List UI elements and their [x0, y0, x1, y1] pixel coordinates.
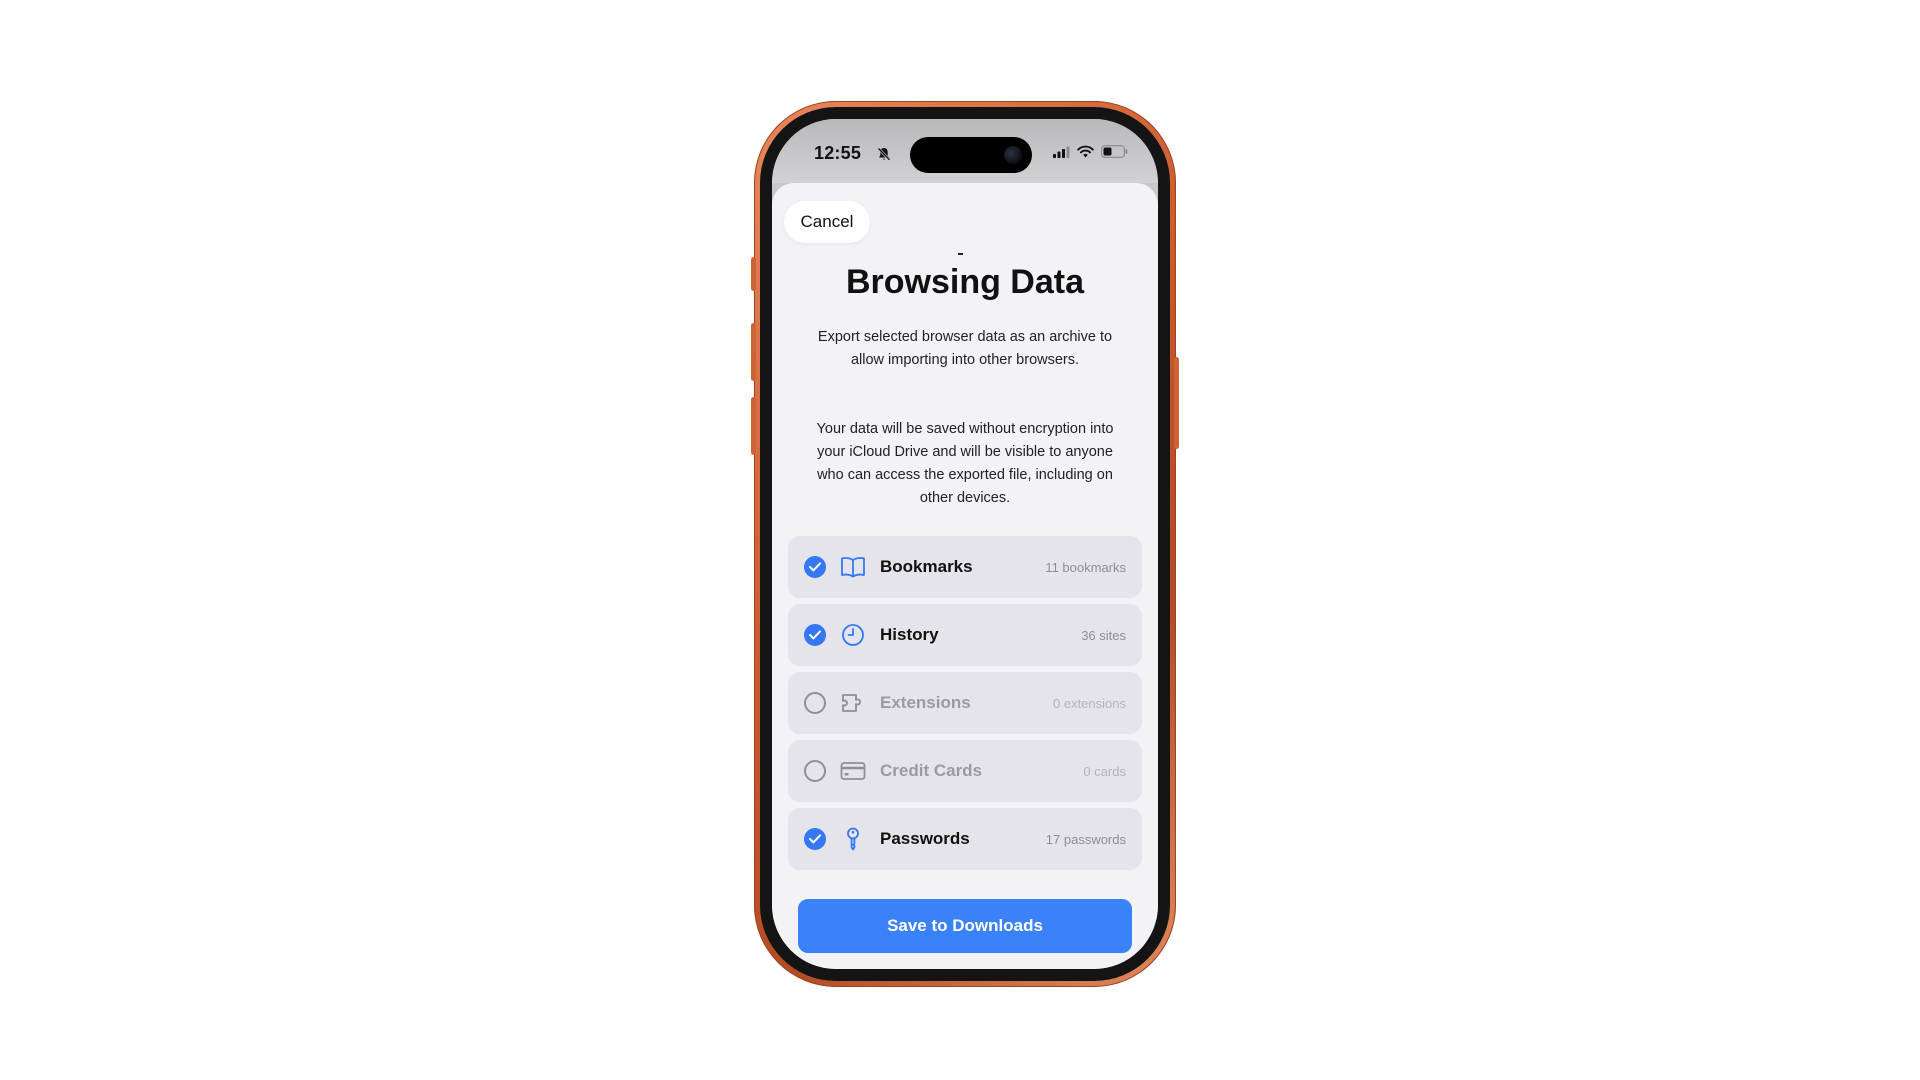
option-label: Credit Cards: [880, 761, 983, 780]
cancel-button[interactable]: Cancel: [784, 201, 870, 243]
option-label: Bookmarks: [880, 557, 973, 576]
option-label: Passwords: [880, 829, 970, 848]
power-button: [1174, 357, 1179, 449]
option-row-passwords[interactable]: Passwords 17 passwords: [788, 808, 1142, 870]
dynamic-island: [910, 137, 1032, 173]
option-count: 36 sites: [1081, 628, 1126, 643]
status-bar: 12:55: [772, 119, 1158, 183]
cellular-signal-icon: [1053, 146, 1070, 158]
option-label: Extensions: [880, 693, 971, 712]
stage: 12:55 Cancel Browsing Data Export select…: [0, 0, 1920, 1080]
empty-circle-icon[interactable]: [804, 760, 826, 782]
option-count: 17 passwords: [1045, 832, 1126, 847]
page-title: Browsing Data: [845, 263, 1085, 301]
volume-up-button: [751, 323, 756, 381]
status-indicators: [1053, 145, 1128, 158]
phone-frame: 12:55 Cancel Browsing Data Export select…: [751, 101, 1179, 987]
book-icon: [841, 557, 865, 578]
checkmark-circle-icon[interactable]: [804, 828, 826, 850]
puzzle-icon: [842, 694, 861, 712]
credit-card-icon: [840, 762, 866, 780]
option-label: History: [880, 625, 939, 644]
option-count: 0 extensions: [1053, 696, 1126, 711]
empty-circle-icon[interactable]: [804, 692, 826, 714]
option-count: 0 cards: [1083, 764, 1126, 779]
wifi-icon: [1077, 145, 1094, 158]
option-row-credit-cards[interactable]: Credit Cards 0 cards: [788, 740, 1142, 802]
option-count: 11 bookmarks: [1045, 560, 1126, 575]
save-to-downloads-button[interactable]: Save to Downloads: [798, 899, 1132, 953]
grabber: [958, 253, 963, 255]
description-export: Export selected browser data as an archi…: [817, 329, 1113, 368]
key-icon: [847, 827, 859, 851]
description-warning: Your data will be saved without encrypti…: [816, 421, 1114, 506]
camera-icon: [1004, 146, 1022, 164]
clock-icon: [842, 624, 864, 646]
data-options-list: Bookmarks 11 bookmarks History 36 sites …: [788, 536, 1142, 876]
phone-screen: 12:55 Cancel Browsing Data Export select…: [772, 119, 1158, 969]
option-row-history[interactable]: History 36 sites: [788, 604, 1142, 666]
phone-bezel: 12:55 Cancel Browsing Data Export select…: [760, 107, 1170, 981]
checkmark-circle-icon[interactable]: [804, 556, 826, 578]
action-button: [751, 257, 756, 291]
checkmark-circle-icon[interactable]: [804, 624, 826, 646]
battery-icon: [1101, 145, 1128, 158]
bell-slash-icon: [877, 147, 891, 161]
status-time: 12:55: [814, 143, 862, 163]
export-sheet: Cancel Browsing Data Export selected bro…: [772, 183, 1158, 969]
option-row-bookmarks[interactable]: Bookmarks 11 bookmarks: [788, 536, 1142, 598]
volume-down-button: [751, 397, 756, 455]
option-row-extensions[interactable]: Extensions 0 extensions: [788, 672, 1142, 734]
